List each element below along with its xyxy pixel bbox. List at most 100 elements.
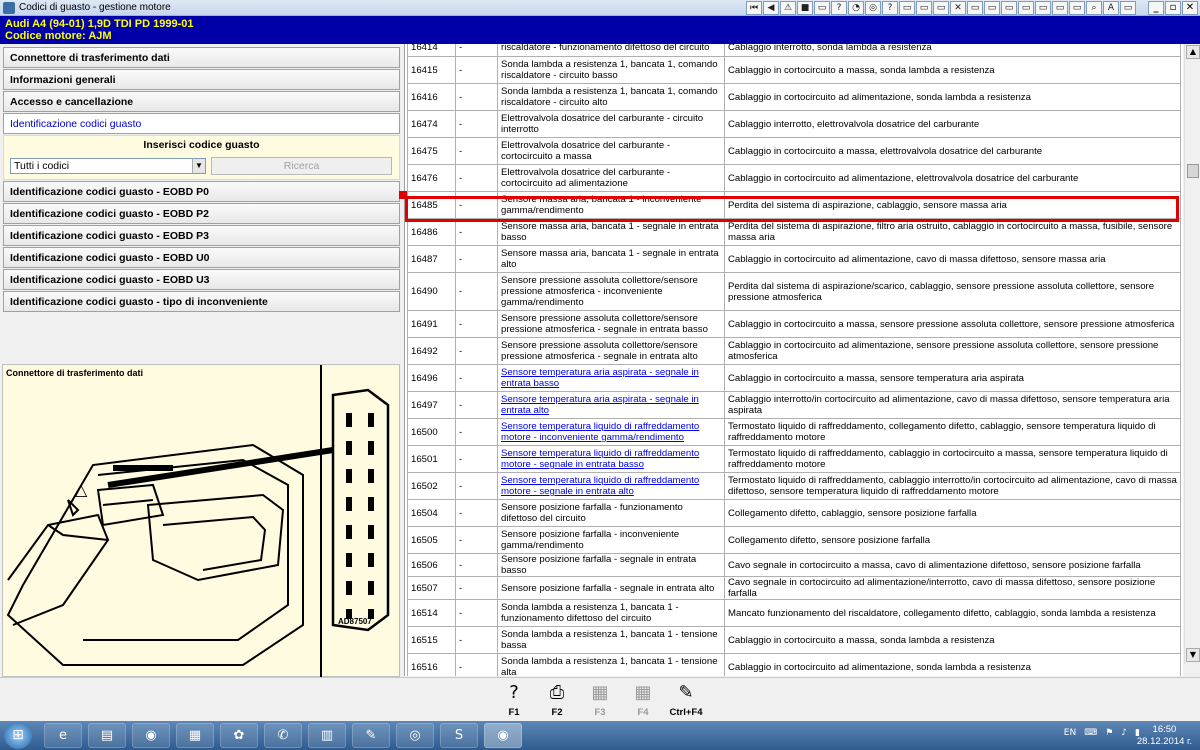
component-cell: Sensore massa aria, bancata 1 - segnale … bbox=[497, 218, 725, 246]
close-button[interactable]: ✕ bbox=[1182, 1, 1198, 15]
taskbar-app-icon[interactable]: ◉ bbox=[132, 723, 170, 748]
toolbar-button-icon[interactable]: ◀ bbox=[763, 1, 779, 15]
taskbar-app-icon[interactable]: S bbox=[440, 723, 478, 748]
table-row: 16497- Sensore temperatura aria aspirata … bbox=[407, 391, 1181, 419]
language-indicator[interactable]: EN bbox=[1064, 728, 1076, 738]
nav-connettore[interactable]: Connettore di trasferimento dati bbox=[3, 47, 400, 68]
toolbar-button-icon[interactable]: ▭ bbox=[899, 1, 915, 15]
fault-code-cell: 16502 bbox=[407, 472, 456, 500]
taskbar-app-icon[interactable]: e bbox=[44, 723, 82, 748]
start-button[interactable]: ⊞ bbox=[4, 722, 32, 749]
fault-code-table-body: 16414- riscaldatore - funzionamento difet… bbox=[407, 44, 1181, 676]
scroll-down-icon[interactable]: ▼ bbox=[1186, 648, 1200, 662]
vehicle-model: Audi A4 (94-01) 1,9D TDI PD 1999-01 bbox=[5, 18, 194, 30]
toolbar-button-icon[interactable]: A bbox=[1103, 1, 1119, 15]
scroll-thumb[interactable] bbox=[1187, 164, 1199, 178]
toolbar: ⏮ ◀ ⚠ ■ ▭? ◔ ◎? ▭ ▭ ▭ ✕ ▭ ▭ ▭ ▭ ▭ ▭ ▭ ⌕ A ▭ bbox=[746, 1, 1136, 15]
component-link[interactable]: Sensore temperatura aria aspirata - segn… bbox=[501, 394, 699, 416]
scroll-up-icon[interactable]: ▲ bbox=[1186, 45, 1200, 59]
toolbar-button-icon[interactable]: ▭ bbox=[933, 1, 949, 15]
fkey-ctrl-f4[interactable]: ✎ Ctrl+F4 bbox=[666, 680, 706, 720]
dash-cell: - bbox=[455, 526, 498, 554]
nav-eobd-p0[interactable]: Identificazione codici guasto - EOBD P0 bbox=[3, 181, 400, 202]
component-link[interactable]: Sensore temperatura liquido di raffredda… bbox=[501, 475, 699, 497]
component-link[interactable]: Sensore temperatura liquido di raffredda… bbox=[501, 421, 699, 443]
toolbar-button-icon[interactable]: ▭ bbox=[1035, 1, 1051, 15]
vertical-scrollbar[interactable]: ▲ ▼ bbox=[1184, 44, 1200, 664]
taskbar-app-icon[interactable]: ✆ bbox=[264, 723, 302, 748]
nav-accesso-cancellazione[interactable]: Accesso e cancellazione bbox=[3, 91, 400, 112]
fkey-f4[interactable]: ▦ F4 bbox=[623, 680, 663, 720]
nav-eobd-p2[interactable]: Identificazione codici guasto - EOBD P2 bbox=[3, 203, 400, 224]
nav-tipo-inconveniente[interactable]: Identificazione codici guasto - tipo di … bbox=[3, 291, 400, 312]
flag-icon[interactable]: ⚑ bbox=[1105, 728, 1113, 738]
dash-cell: - bbox=[455, 626, 498, 654]
search-button[interactable]: Ricerca bbox=[211, 157, 392, 175]
restore-button[interactable]: ▫ bbox=[1165, 1, 1181, 15]
cause-cell: Cavo segnale in cortocircuito a massa, c… bbox=[724, 553, 1181, 577]
toolbar-button-icon[interactable]: ⌕ bbox=[1086, 1, 1102, 15]
component-cell: riscaldatore - funzionamento difettoso d… bbox=[497, 44, 725, 57]
toolbar-button-icon[interactable]: ▭ bbox=[916, 1, 932, 15]
keyboard-icon[interactable]: ⌨ bbox=[1084, 728, 1097, 738]
nav-informazioni-generali[interactable]: Informazioni generali bbox=[3, 69, 400, 90]
component-link[interactable]: Sensore temperatura liquido di raffredda… bbox=[501, 448, 699, 470]
taskbar-app-icon[interactable]: ◉ bbox=[484, 723, 522, 748]
toolbar-button-icon[interactable]: ▭ bbox=[1018, 1, 1034, 15]
fault-code-cell: 16505 bbox=[407, 526, 456, 554]
toolbar-button-icon[interactable]: ◎ bbox=[865, 1, 881, 15]
taskbar-app-icon[interactable]: ▦ bbox=[176, 723, 214, 748]
toolbar-button-icon[interactable]: ▭ bbox=[1120, 1, 1136, 15]
chevron-down-icon[interactable]: ▼ bbox=[192, 159, 205, 173]
cause-cell: Termostato liquido di raffreddamento, ca… bbox=[724, 472, 1181, 500]
toolbar-button-icon[interactable]: ⏮ bbox=[746, 1, 762, 15]
table-row: 16414- riscaldatore - funzionamento difet… bbox=[407, 44, 1181, 57]
toolbar-button-icon[interactable]: ▭ bbox=[1069, 1, 1085, 15]
toolbar-button-icon[interactable]: ▭ bbox=[967, 1, 983, 15]
nav-eobd-u3[interactable]: Identificazione codici guasto - EOBD U3 bbox=[3, 269, 400, 290]
toolbar-button-icon[interactable]: ⚠ bbox=[780, 1, 796, 15]
component-cell: Sensore posizione farfalla - inconvenien… bbox=[497, 526, 725, 554]
toolbar-button-icon[interactable]: ◔ bbox=[848, 1, 864, 15]
taskbar-app-icon[interactable]: ✿ bbox=[220, 723, 258, 748]
left-navigation: Connettore di trasferimento dati Informa… bbox=[0, 44, 403, 364]
taskbar-app-icon[interactable]: ▤ bbox=[88, 723, 126, 748]
fkey-f2[interactable]: ⎙ F2 bbox=[537, 680, 577, 720]
fault-code-cell: 16491 bbox=[407, 310, 456, 338]
fault-code-cell: 16515 bbox=[407, 626, 456, 654]
code-filter-select[interactable]: Tutti i codici ▼ bbox=[10, 158, 206, 174]
component-link[interactable]: Sensore temperatura aria aspirata - segn… bbox=[501, 367, 699, 389]
toolbar-button-icon[interactable]: ▭ bbox=[1052, 1, 1068, 15]
component-cell: Sensore pressione assoluta collettore/se… bbox=[497, 337, 725, 365]
volume-icon[interactable]: ♪ bbox=[1121, 728, 1127, 738]
nav-eobd-u0[interactable]: Identificazione codici guasto - EOBD U0 bbox=[3, 247, 400, 268]
taskbar-app-icon[interactable]: ◎ bbox=[396, 723, 434, 748]
dash-cell: - bbox=[455, 653, 498, 676]
fkey-f1[interactable]: ? F1 bbox=[494, 680, 534, 720]
selection-marker bbox=[399, 191, 407, 199]
taskbar-app-icon[interactable]: ✎ bbox=[352, 723, 390, 748]
toolbar-button-icon[interactable]: ▭ bbox=[1001, 1, 1017, 15]
fkey-label: Ctrl+F4 bbox=[669, 707, 703, 718]
toolbar-button-icon[interactable]: ▭ bbox=[814, 1, 830, 15]
toolbar-button-icon[interactable]: ■ bbox=[797, 1, 813, 15]
toolbar-button-icon[interactable]: ▭ bbox=[984, 1, 1000, 15]
table-row: 16485- Sensore massa aria, bancata 1 - in… bbox=[407, 191, 1181, 219]
dash-cell: - bbox=[455, 272, 498, 311]
dash-cell: - bbox=[455, 391, 498, 419]
toolbar-button-icon[interactable]: ? bbox=[831, 1, 847, 15]
toolbar-button-icon[interactable]: ? bbox=[882, 1, 898, 15]
cause-cell: Cablaggio in cortocircuito ad alimentazi… bbox=[724, 337, 1181, 365]
fkey-f3[interactable]: ▦ F3 bbox=[580, 680, 620, 720]
fkey-icon: ▦ bbox=[634, 682, 652, 703]
nav-identificazione-codici[interactable]: Identificazione codici guasto bbox=[3, 113, 400, 134]
minimize-button[interactable]: _ bbox=[1148, 1, 1164, 15]
table-row: 16496- Sensore temperatura aria aspirata … bbox=[407, 364, 1181, 392]
nav-eobd-p3[interactable]: Identificazione codici guasto - EOBD P3 bbox=[3, 225, 400, 246]
cause-cell: Cablaggio in cortocircuito ad alimentazi… bbox=[724, 653, 1181, 676]
component-cell: Sonda lambda a resistenza 1, bancata 1 -… bbox=[497, 653, 725, 676]
toolbar-button-icon[interactable]: ✕ bbox=[950, 1, 966, 15]
taskbar-app-icon[interactable]: ▥ bbox=[308, 723, 346, 748]
dash-cell: - bbox=[455, 445, 498, 473]
clock[interactable]: 16:50 28.12.2014 г. bbox=[1137, 724, 1192, 748]
